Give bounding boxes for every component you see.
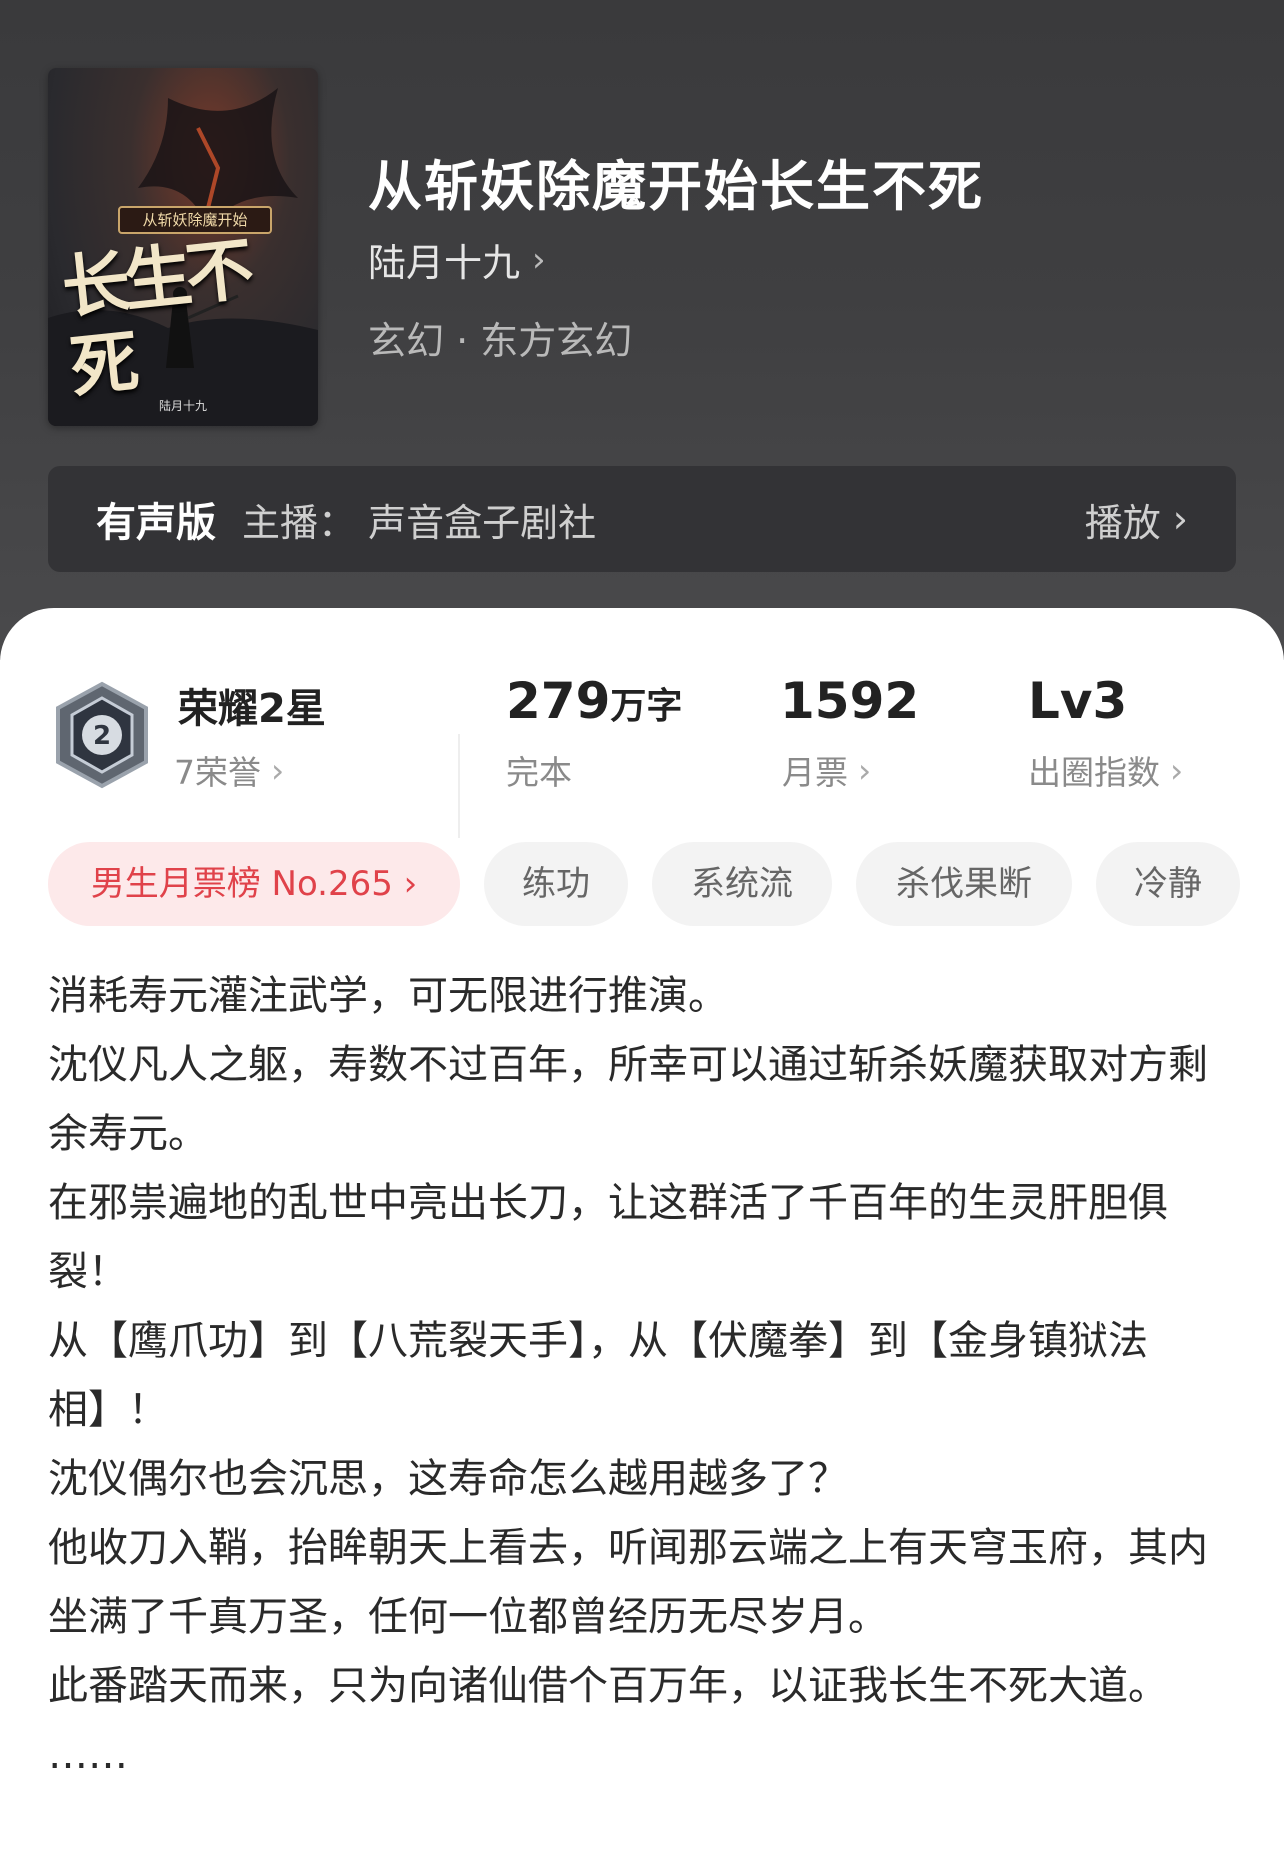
author-name: 陆月十九: [368, 241, 521, 285]
word-count: 279万字: [506, 672, 682, 730]
synopsis-paragraph: 消耗寿元灌注武学，可无限进行推演。: [48, 973, 728, 1019]
honor-link[interactable]: 7荣誉 ›: [174, 746, 284, 794]
honor-badge-icon: 2: [56, 681, 148, 789]
synopsis-paragraph: 他收刀入鞘，抬眸朝天上看去，听闻那云端之上有天穹玉府，其内坐满了千真万圣，任何一…: [48, 1525, 1208, 1640]
synopsis-paragraph: 沈仪凡人之躯，寿数不过百年，所幸可以通过斩杀妖魔获取对方剩余寿元。: [48, 1042, 1208, 1157]
cover-author: 陆月十九: [158, 399, 207, 413]
chevron-right-icon: ›: [532, 239, 546, 280]
book-title: 从斩妖除魔开始长生不死: [368, 155, 984, 218]
monthly-ticket-link[interactable]: 月票 ›: [782, 746, 871, 794]
tag-item[interactable]: 练功: [484, 842, 628, 926]
synopsis-paragraph: 在邪祟遍地的乱世中亮出长刀，让这群活了千百年的生灵肝胆俱裂！: [48, 1180, 1168, 1295]
word-count-value: 279: [506, 672, 611, 730]
word-count-unit: 万字: [610, 686, 683, 727]
tag-row: 男生月票榜 No.265 › 练功 系统流 杀伐果断 冷静: [48, 842, 1248, 926]
tag-item[interactable]: 系统流: [652, 842, 832, 926]
synopsis-ellipsis: ……: [48, 1732, 128, 1778]
completion-status: 完本: [506, 753, 572, 792]
badge-number: 2: [93, 721, 111, 751]
audio-narrator: 主播： 声音盒子剧社: [242, 500, 597, 545]
chevron-right-icon: ›: [1170, 750, 1184, 790]
chevron-right-icon: ›: [858, 750, 872, 790]
stats-divider: [458, 734, 460, 838]
chevron-right-icon: ›: [403, 864, 418, 904]
circle-index-value: Lv3: [1028, 672, 1128, 730]
book-synopsis: 消耗寿元灌注武学，可无限进行推演。 沈仪凡人之躯，寿数不过百年，所幸可以通过斩杀…: [48, 962, 1238, 1790]
honor-count: 7荣誉: [174, 753, 261, 792]
book-header: 从斩妖除魔开始 长生不死 陆月十九 从斩妖除魔开始长生不死 陆月十九 › 玄幻 …: [0, 0, 1284, 660]
tag-item[interactable]: 冷静: [1096, 842, 1240, 926]
synopsis-paragraph: 沈仪偶尔也会沉思，这寿命怎么越用越多了？: [48, 1456, 848, 1502]
rank-tag-label: 男生月票榜 No.265: [90, 864, 393, 904]
synopsis-paragraph: 此番踏天而来，只为向诸仙借个百万年，以证我长生不死大道。: [48, 1663, 1168, 1709]
author-link[interactable]: 陆月十九 ›: [368, 232, 546, 287]
book-cover[interactable]: 从斩妖除魔开始 长生不死 陆月十九: [48, 68, 318, 426]
cover-big-title: 长生不死: [58, 229, 252, 409]
monthly-ticket-label: 月票: [782, 753, 848, 792]
play-label: 播放: [1084, 500, 1161, 545]
chevron-right-icon: ›: [1172, 497, 1188, 541]
book-detail-panel: 2 荣耀2星 7荣誉 › 279万字 完本 1592 月票 › Lv3 出圈指数…: [0, 608, 1284, 1868]
play-button[interactable]: 播放 ›: [1085, 492, 1188, 547]
audio-version-bar[interactable]: 有声版 主播： 声音盒子剧社 播放 ›: [48, 466, 1236, 572]
stats-row: 2 荣耀2星 7荣誉 › 279万字 完本 1592 月票 › Lv3 出圈指数…: [0, 668, 1284, 838]
rank-tag[interactable]: 男生月票榜 No.265 ›: [48, 842, 460, 926]
book-genre: 玄幻 · 东方玄幻: [368, 319, 633, 363]
monthly-ticket-value: 1592: [780, 672, 920, 730]
circle-index-label: 出圈指数: [1028, 753, 1160, 792]
tag-item[interactable]: 杀伐果断: [856, 842, 1072, 926]
honor-title: 荣耀2星: [178, 686, 326, 732]
synopsis-paragraph: 从【鹰爪功】到【八荒裂天手】，从【伏魔拳】到【金身镇狱法相】！: [48, 1318, 1148, 1433]
audio-label: 有声版: [96, 500, 216, 546]
chevron-right-icon: ›: [271, 750, 285, 790]
circle-index-link[interactable]: 出圈指数 ›: [1028, 746, 1183, 794]
